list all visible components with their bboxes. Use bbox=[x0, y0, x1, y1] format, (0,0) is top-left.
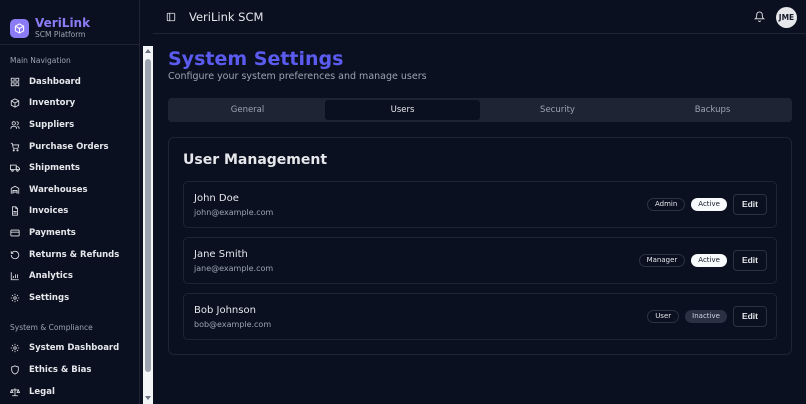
sidebar-item-settings[interactable]: Settings bbox=[0, 287, 139, 309]
edit-user-button[interactable]: Edit bbox=[732, 250, 767, 271]
status-badge: Active bbox=[691, 254, 727, 267]
sidebar-toggle-icon[interactable] bbox=[166, 12, 176, 22]
cube-logo-icon bbox=[10, 18, 29, 38]
sidebar-item-label: Legal bbox=[29, 386, 55, 397]
page-title: System Settings bbox=[168, 48, 344, 70]
scroll-thumb[interactable] bbox=[145, 59, 151, 372]
sidebar-item-label: Inventory bbox=[29, 98, 76, 109]
scale-icon bbox=[10, 387, 20, 396]
role-badge: User bbox=[647, 310, 680, 323]
user-row: Jane Smith jane@example.com Manager Acti… bbox=[183, 237, 777, 284]
tab-general[interactable]: General bbox=[170, 100, 325, 120]
sidebar-item-legal[interactable]: Legal bbox=[0, 381, 139, 403]
sidebar-item-dashboard[interactable]: Dashboard bbox=[0, 71, 139, 93]
user-email: bob@example.com bbox=[194, 320, 272, 329]
bar-chart-icon bbox=[10, 272, 19, 281]
status-badge: Active bbox=[691, 198, 727, 211]
sidebar-item-invoices[interactable]: Invoices bbox=[0, 201, 139, 223]
credit-card-icon bbox=[10, 229, 20, 237]
user-email: jane@example.com bbox=[194, 264, 274, 273]
section-label-main: Main Navigation bbox=[10, 56, 71, 65]
section-label-compliance: System & Compliance bbox=[10, 322, 93, 332]
sidebar-item-shipments[interactable]: Shipments bbox=[0, 157, 139, 179]
grid-icon bbox=[10, 77, 20, 86]
brand[interactable]: VeriLink SCM Platform bbox=[0, 0, 139, 45]
warehouse-icon bbox=[10, 185, 20, 194]
sidebar-item-warehouses[interactable]: Warehouses bbox=[0, 179, 139, 201]
settings-tabs: General Users Security Backups bbox=[168, 98, 792, 122]
brand-subtitle: SCM Platform bbox=[35, 29, 86, 39]
gear-icon bbox=[10, 293, 20, 302]
sidebar-item-label: Invoices bbox=[29, 206, 69, 217]
sidebar-item-inventory[interactable]: Inventory bbox=[0, 93, 139, 115]
scroll-down-arrow-icon[interactable] bbox=[145, 396, 151, 400]
app-title: VeriLink SCM bbox=[189, 10, 264, 24]
status-badge: Inactive bbox=[685, 310, 727, 323]
sidebar-item-label: Analytics bbox=[29, 271, 73, 282]
sidebar-item-payments[interactable]: Payments bbox=[0, 222, 139, 244]
scroll-up-arrow-icon[interactable] bbox=[145, 49, 151, 53]
sidebar-item-label: Settings bbox=[29, 292, 70, 303]
role-badge: Admin bbox=[646, 198, 686, 211]
sidebar-item-label: Purchase Orders bbox=[29, 141, 109, 152]
card-title: User Management bbox=[183, 152, 328, 168]
edit-user-button[interactable]: Edit bbox=[732, 194, 767, 215]
user-name: Bob Johnson bbox=[194, 305, 256, 316]
user-row: John Doe john@example.com Admin Active E… bbox=[183, 181, 777, 228]
role-badge: Manager bbox=[638, 254, 686, 267]
sidebar-item-label: Ethics & Bias bbox=[29, 364, 92, 375]
refresh-icon bbox=[10, 250, 20, 259]
shield-icon bbox=[11, 365, 19, 375]
user-row: Bob Johnson bob@example.com User Inactiv… bbox=[183, 293, 777, 340]
top-bar: VeriLink SCM JME bbox=[153, 0, 806, 34]
tab-backups[interactable]: Backups bbox=[635, 100, 790, 120]
user-email: john@example.com bbox=[194, 208, 274, 217]
sidebar-item-label: Returns & Refunds bbox=[29, 249, 120, 260]
cart-icon bbox=[10, 142, 20, 151]
sidebar-item-label: Suppliers bbox=[29, 119, 75, 130]
sidebar-item-label: Shipments bbox=[29, 163, 80, 174]
file-icon bbox=[12, 206, 18, 216]
tab-security[interactable]: Security bbox=[480, 100, 635, 120]
sidebar-item-ethics-bias[interactable]: Ethics & Bias bbox=[0, 359, 139, 381]
sidebar-item-label: Warehouses bbox=[29, 184, 88, 195]
bell-icon[interactable] bbox=[754, 11, 765, 22]
sidebar-item-label: Dashboard bbox=[29, 76, 81, 87]
sidebar-item-analytics[interactable]: Analytics bbox=[0, 265, 139, 287]
box-icon bbox=[10, 98, 20, 108]
user-name: John Doe bbox=[194, 193, 239, 204]
sidebar-item-label: System Dashboard bbox=[29, 343, 120, 354]
avatar[interactable]: JME bbox=[776, 7, 797, 28]
sidebar-scrollbar[interactable] bbox=[143, 46, 153, 404]
user-management-card: User Management John Doe john@example.co… bbox=[168, 137, 792, 355]
sidebar-item-returns-refunds[interactable]: Returns & Refunds bbox=[0, 244, 139, 266]
sidebar-item-purchase-orders[interactable]: Purchase Orders bbox=[0, 136, 139, 158]
sidebar: VeriLink SCM Platform Main Navigation Da… bbox=[0, 0, 140, 404]
edit-user-button[interactable]: Edit bbox=[732, 306, 767, 327]
truck-icon bbox=[10, 164, 20, 172]
sidebar-item-label: Payments bbox=[29, 227, 76, 238]
tab-users[interactable]: Users bbox=[325, 100, 480, 120]
users-icon bbox=[10, 121, 20, 129]
brand-name: VeriLink bbox=[35, 15, 91, 30]
user-name: Jane Smith bbox=[194, 249, 248, 260]
gear-icon bbox=[10, 344, 20, 353]
page-subtitle: Configure your system preferences and ma… bbox=[168, 71, 427, 82]
sidebar-item-system-dashboard[interactable]: System Dashboard bbox=[0, 338, 139, 360]
sidebar-item-suppliers[interactable]: Suppliers bbox=[0, 114, 139, 136]
